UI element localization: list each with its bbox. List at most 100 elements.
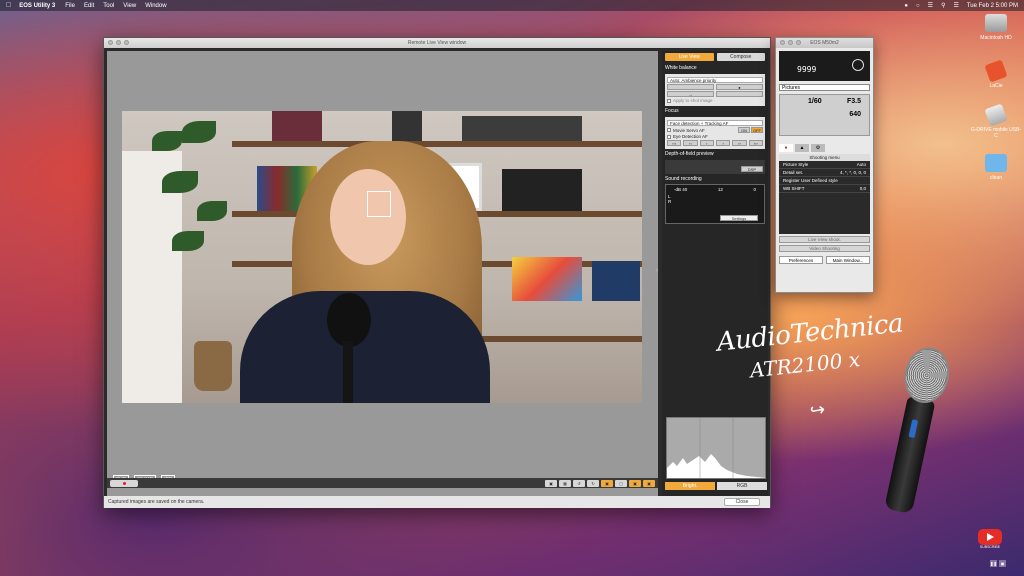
apple-icon[interactable]:  [6, 2, 11, 9]
rotate-left-icon[interactable]: ↺ [573, 479, 585, 487]
live-view-image [122, 111, 642, 403]
desktop-icon-clean[interactable]: clean [970, 154, 1022, 181]
shooting-menu: Shooting menu Picture Style Auto Detail s… [779, 154, 870, 234]
servo-on-button[interactable]: ON [738, 127, 750, 133]
picture-style-select[interactable]: Pictures [779, 84, 870, 91]
list-item[interactable]: Register User Defined style [779, 177, 870, 185]
fullscreen-icon[interactable]: ▣ [999, 560, 1006, 567]
control-center-icon[interactable]: ☰ [953, 2, 958, 9]
external-drive-icon [984, 59, 1008, 83]
desktop-icon-label: G-DRIVE mobile USB-C [970, 127, 1022, 139]
apply-checkbox[interactable] [667, 98, 671, 103]
live-view-shoot-button[interactable]: Live View shoot. [779, 236, 870, 243]
live-view-preview[interactable]: FHD 59.94P IPB [107, 51, 658, 499]
close-button[interactable]: Close [724, 498, 760, 506]
minimize-window-button[interactable] [116, 40, 121, 45]
arrow-icon: ↪ [808, 398, 827, 422]
list-item[interactable]: Detail set. 4, *, *, 0, 0, 0 [779, 169, 870, 177]
sound-settings-button[interactable]: Settings [720, 215, 758, 221]
focus-near-button[interactable]: ‹ [699, 140, 714, 146]
camera-control-panel: EOS M50m2 9999 Pictures 1/60 F3.5 640 ● … [775, 37, 874, 293]
movie-servo-label: Movie Servo AF [673, 127, 705, 133]
white-balance-select[interactable]: Auto: Ambience priority [667, 77, 763, 83]
remote-live-view-window: Remote Live View window ▣ ▦ ↺ ↻ ▣ ▢ ▣ ▣ … [103, 37, 771, 508]
rotate-right-icon[interactable]: ↻ [587, 479, 599, 487]
video-shooting-button[interactable]: Video Shooting [779, 245, 870, 252]
status-icon[interactable]: ● [904, 3, 908, 9]
tab-tools-icon[interactable]: ⚙ [811, 144, 825, 152]
movie-servo-checkbox[interactable] [667, 128, 671, 132]
camera-panel-titlebar[interactable]: EOS M50m2 [776, 38, 873, 48]
youtube-subscribe-watermark[interactable]: SUBSCRIBE [975, 529, 1005, 551]
af-frame[interactable] [367, 191, 391, 217]
menu-file[interactable]: File [65, 3, 75, 9]
wb-fine-tune-button[interactable] [716, 91, 763, 97]
wifi-icon[interactable]: ☰ [928, 2, 933, 9]
focus-far-button[interactable]: ›› [732, 140, 747, 146]
menu-edit[interactable]: Edit [84, 3, 94, 9]
zoom-window-button[interactable] [796, 40, 801, 45]
record-button[interactable] [110, 479, 138, 487]
tab-shooting-icon[interactable]: ● [779, 144, 793, 152]
menu-tool[interactable]: Tool [103, 3, 114, 9]
camera-model-title: EOS M50m2 [810, 40, 839, 46]
tab-live-view[interactable]: Live View [665, 53, 714, 61]
tab-rgb[interactable]: RGB [717, 482, 767, 490]
focus-near-button[interactable]: ‹‹‹ [667, 140, 682, 146]
zoom-icon[interactable]: ▢ [615, 479, 627, 487]
status-bar: Captured images are saved on the camera.… [104, 496, 770, 508]
main-window-button[interactable]: Main Window... [826, 256, 870, 264]
desktop-icon-label: LaCie [989, 83, 1003, 89]
white-balance-section: Auto: Ambience priority ● ↔ Apply to sho… [665, 74, 765, 106]
overlay-icon[interactable]: ▣ [629, 479, 641, 487]
aperture-value[interactable]: F3.5 [847, 98, 861, 105]
wb-click-button[interactable] [667, 84, 714, 90]
channel-right-label: R [668, 199, 672, 204]
shutter-speed-value[interactable]: 1/60 [808, 98, 822, 105]
desktop-icon-macintosh-hd[interactable]: Macintosh HD [970, 14, 1022, 41]
zoom-window-button[interactable] [124, 40, 129, 45]
wb-eyedropper-icon[interactable]: ● [716, 84, 763, 90]
close-window-button[interactable] [108, 40, 113, 45]
af-method-select[interactable]: Face detection + Tracking AF [667, 120, 763, 126]
meter-scale-label: -dB 40 [674, 187, 688, 192]
status-text: Captured images are saved on the camera. [108, 499, 205, 505]
zoom-fit-icon[interactable]: ▣ [601, 479, 613, 487]
pause-icon[interactable]: ❚❚ [990, 560, 997, 567]
focus-near-button[interactable]: ‹‹ [683, 140, 698, 146]
dof-section: DSP [665, 160, 765, 174]
focus-far-button[interactable]: ››› [748, 140, 763, 146]
sound-title: Sound recording [665, 176, 702, 182]
grid-icon[interactable]: ▦ [559, 479, 571, 487]
live-view-settings-panel: Live View Compose White balance Auto: Am… [656, 51, 768, 496]
menu-view[interactable]: View [123, 3, 136, 9]
desktop-icon-lacie[interactable]: LaCie [970, 59, 1022, 89]
list-item[interactable]: Picture Style Auto [779, 161, 870, 169]
wb-shift-button[interactable]: ↔ [667, 91, 714, 97]
close-window-button[interactable] [780, 40, 785, 45]
focus-far-button[interactable]: › [715, 140, 731, 146]
shoot-icon[interactable]: ▣ [545, 479, 557, 487]
servo-off-button[interactable]: OFF [751, 127, 763, 133]
tab-brightness[interactable]: Bright. [665, 482, 715, 490]
minimize-window-button[interactable] [788, 40, 793, 45]
clock[interactable]: Tue Feb 2 5:00 PM [967, 3, 1018, 9]
dof-title: Depth-of-field preview [665, 151, 714, 157]
collapse-panel-icon[interactable]: › [656, 267, 658, 274]
status-icon[interactable]: ○ [916, 3, 920, 9]
app-menu[interactable]: EOS Utility 3 [19, 3, 55, 9]
tab-af-icon[interactable]: ▲ [795, 144, 809, 152]
eye-detection-checkbox[interactable] [667, 134, 671, 139]
mode-dial-icon [852, 59, 864, 71]
tab-compose[interactable]: Compose [716, 53, 765, 61]
aspect-icon[interactable]: ▣ [643, 479, 655, 487]
preferences-button[interactable]: Preferences [779, 256, 823, 264]
menu-window[interactable]: Window [145, 3, 166, 9]
histogram [666, 417, 766, 479]
search-icon[interactable]: ⚲ [941, 2, 945, 9]
iso-value[interactable]: 640 [849, 111, 861, 118]
dof-button[interactable]: DSP [741, 166, 763, 172]
window-titlebar[interactable]: Remote Live View window [104, 38, 770, 48]
list-item[interactable]: WB SHIFT 0,0 [779, 185, 870, 193]
desktop-icon-g-drive[interactable]: G-DRIVE mobile USB-C [970, 103, 1022, 139]
